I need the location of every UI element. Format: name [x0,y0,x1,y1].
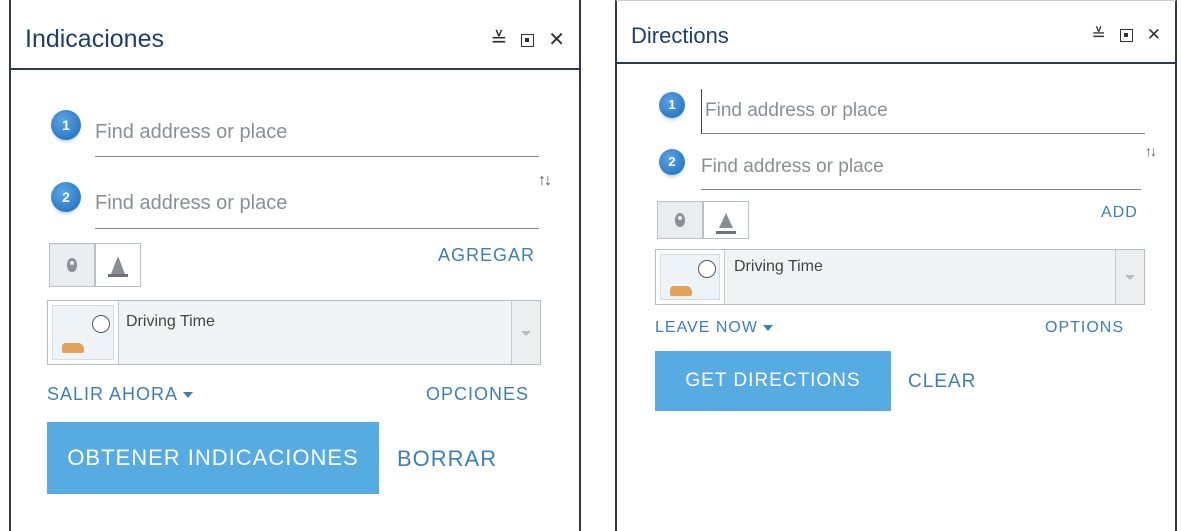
stop-1-input[interactable] [95,108,539,157]
stop-2-input[interactable] [95,178,539,229]
travel-mode-label: Driving Time [734,258,823,275]
clear-link[interactable]: CLEAR [908,371,976,393]
options-link[interactable]: OPCIONES [426,384,529,405]
window-controls: ≚ ✕ [1092,25,1162,45]
restore-window-icon[interactable] [521,33,535,47]
stop-2-input[interactable] [701,145,1141,190]
stop-number-badge: 2 [659,149,685,175]
close-icon[interactable]: ✕ [1147,25,1161,45]
window-controls: ≚ ✕ [490,30,565,50]
clear-link[interactable]: BORRAR [397,446,497,472]
driving-time-icon [656,250,725,304]
directions-panel-en: Directions ≚ ✕ 1 2 ↑↓ ADD Driving Time L… [615,0,1177,531]
stop-mode-button[interactable] [657,201,703,239]
add-stop-link[interactable]: AGREGAR [438,245,535,266]
get-directions-button[interactable]: GET DIRECTIONS [655,351,891,411]
leave-now-dropdown[interactable]: SALIR AHORA [47,384,194,405]
caret-down-icon [183,392,194,399]
location-pin-icon [67,258,77,272]
stop-number-badge: 2 [51,182,81,212]
get-directions-button[interactable]: OBTENER INDICACIONES [47,422,379,494]
panel-title: Directions [631,23,729,48]
stop-number-badge: 1 [659,92,685,118]
traffic-cone-icon [716,212,736,234]
stop-mode-button[interactable] [49,243,95,287]
leave-now-label: LEAVE NOW [655,319,758,336]
panel-titlebar: Directions ≚ ✕ [617,1,1175,64]
close-icon[interactable]: ✕ [548,30,565,50]
panel-titlebar: Indicaciones ≚ ✕ [11,0,579,70]
travel-mode-select[interactable]: Driving Time [655,249,1145,305]
stop-1-input[interactable] [701,89,1145,134]
add-stop-link[interactable]: ADD [1101,204,1138,222]
barrier-mode-button[interactable] [95,243,141,287]
chevron-double-down-icon[interactable]: ≚ [490,30,507,50]
location-pin-icon [675,213,685,227]
traffic-cone-icon [108,256,128,277]
caret-down-icon [762,324,773,331]
options-link[interactable]: OPTIONS [1045,319,1124,337]
travel-mode-label: Driving Time [126,313,215,330]
swap-stops-icon[interactable]: ↑↓ [1145,143,1157,159]
chevron-double-down-icon[interactable]: ≚ [1092,25,1106,45]
restore-window-icon[interactable] [1119,28,1133,42]
leave-now-label: SALIR AHORA [47,384,179,404]
driving-time-icon [48,301,119,364]
travel-mode-select[interactable]: Driving Time [47,300,541,365]
chevron-down-icon[interactable] [1115,250,1144,304]
barrier-mode-button[interactable] [703,201,749,239]
directions-panel-es: Indicaciones ≚ ✕ 1 2 ↑↓ AGREGAR Driving … [9,0,581,531]
panel-title: Indicaciones [25,25,164,53]
chevron-down-icon[interactable] [511,301,540,364]
stop-number-badge: 1 [51,110,81,140]
swap-stops-icon[interactable]: ↑↓ [538,172,552,190]
leave-now-dropdown[interactable]: LEAVE NOW [655,319,773,337]
